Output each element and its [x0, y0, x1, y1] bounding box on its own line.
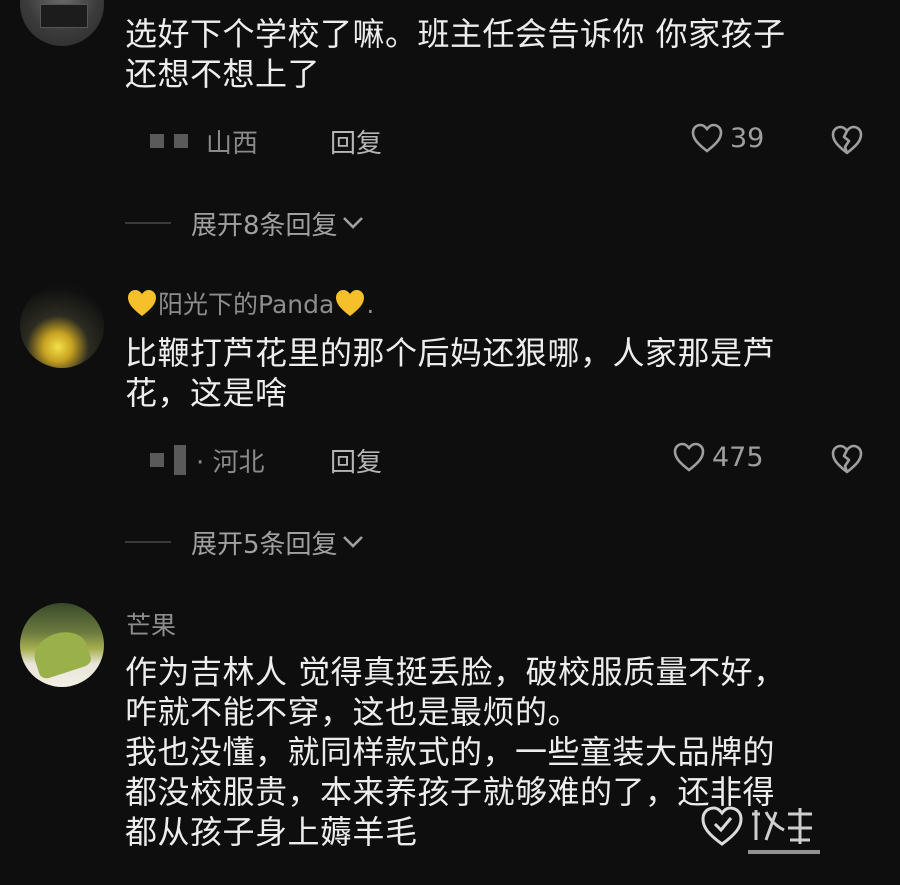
like-count: 39 — [730, 122, 765, 154]
reply-button[interactable]: 回复 — [330, 123, 382, 160]
like-count: 475 — [712, 441, 764, 473]
expand-label: 展开8条回复 — [191, 210, 338, 241]
watermark-logo — [701, 806, 820, 854]
comment-line: 作为吉林人 觉得真挺丢脸，破校服质量不好， — [125, 653, 786, 691]
broken-heart-icon[interactable] — [830, 124, 864, 156]
comment-line: 还想不想上了 — [125, 55, 321, 93]
comment-text: 比鞭打芦花里的那个后妈还狠哪，人家那是芦 花，这是啥 — [125, 333, 865, 413]
location: · 河北 — [196, 447, 265, 478]
comment-line: 比鞭打芦花里的那个后妈还狠哪，人家那是芦 — [125, 334, 776, 372]
username-suffix: . — [366, 290, 375, 319]
comment-text: 选好下个学校了嘛。班主任会告诉你 你家孩子 还想不想上了 — [125, 14, 865, 94]
redacted-block — [174, 445, 186, 475]
chevron-down-icon — [342, 536, 363, 548]
redacted-block — [174, 134, 188, 148]
divider — [125, 541, 171, 543]
broken-heart-icon[interactable] — [830, 443, 864, 475]
comment-line: 选好下个学校了嘛。班主任会告诉你 你家孩子 — [125, 15, 786, 53]
comment-line: 咋就不能不穿，这也是最烦的。 — [125, 693, 581, 731]
comment-meta: 山西 回复 — [150, 121, 382, 161]
expand-label: 展开5条回复 — [191, 529, 338, 560]
comment-meta: · 河北 回复 — [150, 440, 382, 480]
username-text: 阳光下的Panda — [158, 290, 335, 319]
like-button[interactable]: 39 — [690, 122, 764, 154]
yellow-heart-emoji — [336, 290, 365, 316]
heart-outline-icon — [691, 123, 723, 153]
expand-replies-button[interactable]: 展开5条回复 — [125, 524, 364, 560]
heart-outline-icon — [673, 442, 705, 472]
username[interactable]: 芒果 — [126, 606, 176, 642]
like-button[interactable]: 475 — [672, 441, 764, 473]
comment-line: 我也没懂，就同样款式的，一些童装大品牌的 — [125, 733, 776, 771]
reply-button[interactable]: 回复 — [330, 442, 382, 479]
username[interactable]: 阳光下的Panda. — [126, 285, 374, 321]
avatar[interactable] — [20, 284, 104, 368]
yellow-heart-emoji — [128, 290, 156, 316]
location: 山西 — [206, 128, 259, 159]
comment-line: 花，这是啥 — [125, 374, 288, 412]
expand-replies-button[interactable]: 展开8条回复 — [125, 205, 364, 241]
divider — [125, 222, 171, 224]
avatar[interactable] — [20, 0, 104, 46]
avatar[interactable] — [20, 603, 104, 687]
redacted-block — [150, 453, 164, 467]
redacted-block — [150, 134, 164, 148]
chevron-down-icon — [342, 217, 363, 229]
